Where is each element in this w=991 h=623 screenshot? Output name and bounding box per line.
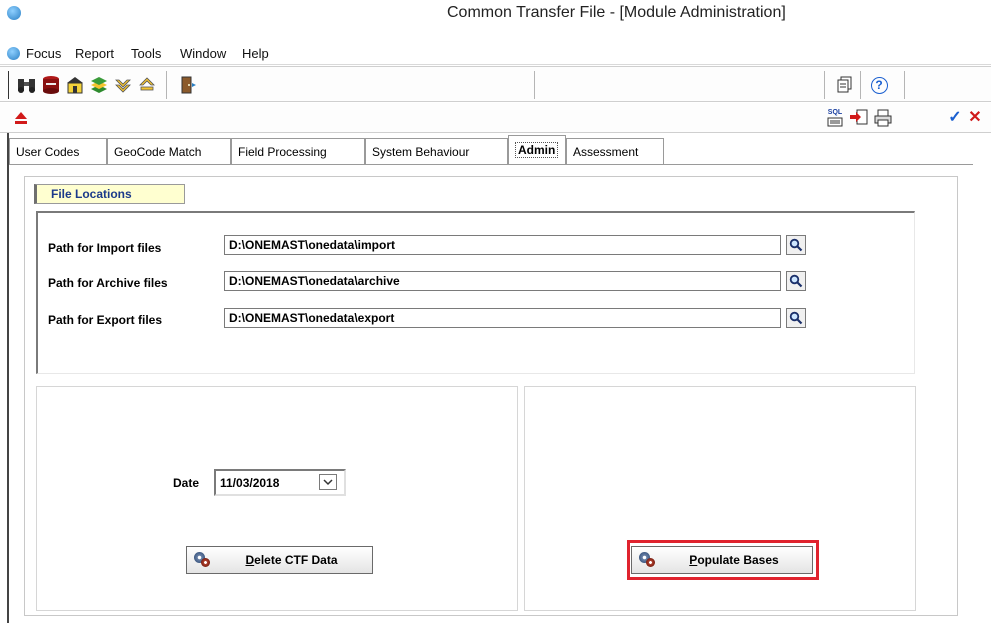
file-locations-header: File Locations <box>34 184 185 204</box>
app-logo-icon <box>7 6 21 20</box>
tab-user-codes[interactable]: User Codes <box>9 138 107 164</box>
confirm-check-icon[interactable]: ✓ <box>944 107 966 129</box>
tab-admin[interactable]: Admin <box>508 135 566 164</box>
delete-ctf-mnemonic: D <box>245 553 255 567</box>
chevron-down-icon[interactable] <box>319 474 337 490</box>
menu-help[interactable]: Help <box>242 46 269 61</box>
search-icon <box>789 238 803 252</box>
date-value: 11/03/2018 <box>220 476 280 490</box>
toolbar-grip <box>8 71 9 99</box>
tab-admin-label: Admin <box>515 142 559 158</box>
sql-label: SQL <box>827 109 843 116</box>
import-path-browse-button[interactable] <box>786 235 806 255</box>
secondary-toolbar: SQL ✓ ✕ <box>0 103 991 133</box>
tab-field-processing[interactable]: Field Processing <box>231 138 365 164</box>
window-title: Common Transfer File - [Module Administr… <box>447 4 786 21</box>
exit-door-icon[interactable] <box>178 74 200 96</box>
cancel-x-icon[interactable]: ✕ <box>964 107 986 129</box>
import-icon[interactable] <box>848 107 870 129</box>
menu-report[interactable]: Report <box>75 46 114 61</box>
menu-focus[interactable]: Focus <box>26 46 61 61</box>
export-path-label: Path for Export files <box>48 313 163 327</box>
app-menu-icon[interactable] <box>7 47 20 60</box>
delete-ctf-data-button[interactable]: Delete CTF Data <box>186 546 373 574</box>
highlight-box <box>627 540 819 580</box>
arrow-down-icon[interactable] <box>112 74 134 96</box>
title-bar: Common Transfer File - [Module Administr… <box>0 0 991 43</box>
date-label: Date <box>173 476 200 490</box>
delete-ctf-text: elete CTF Data <box>254 553 338 567</box>
help-question-glyph: ? <box>870 76 888 94</box>
tab-assessment[interactable]: Assessment <box>566 138 664 164</box>
search-icon <box>789 274 803 288</box>
delete-ctf-data-label: Delete CTF Data <box>211 553 372 567</box>
tab-system-behaviour[interactable]: System Behaviour <box>365 138 508 164</box>
toolbar-separator <box>166 71 167 99</box>
main-toolbar: ? <box>0 66 991 102</box>
menu-window[interactable]: Window <box>180 46 226 61</box>
gears-icon <box>193 551 211 569</box>
toolbar-separator <box>904 71 905 99</box>
sql-report-icon[interactable]: SQL <box>824 107 846 129</box>
search-icon <box>789 311 803 325</box>
arrow-up-icon[interactable] <box>136 74 158 96</box>
help-icon[interactable]: ? <box>868 74 890 96</box>
toolbar-separator <box>824 71 825 99</box>
menu-tools[interactable]: Tools <box>131 46 161 61</box>
archive-path-label: Path for Archive files <box>48 276 168 290</box>
menu-bar: Focus Report Tools Window Help <box>0 43 991 65</box>
layers-icon[interactable] <box>88 74 110 96</box>
export-path-input[interactable] <box>224 308 781 328</box>
binoculars-icon[interactable] <box>16 74 38 96</box>
print-icon[interactable] <box>872 107 894 129</box>
delete-data-panel <box>36 386 518 611</box>
import-path-label: Path for Import files <box>48 241 162 255</box>
building-icon[interactable] <box>64 74 86 96</box>
import-path-input[interactable] <box>224 235 781 255</box>
toolbar-separator <box>860 71 861 99</box>
copy-pages-icon[interactable] <box>834 74 856 96</box>
window-left-border <box>7 133 9 623</box>
archive-path-input[interactable] <box>224 271 781 291</box>
tab-geocode-match[interactable]: GeoCode Match <box>107 138 231 164</box>
archive-path-browse-button[interactable] <box>786 271 806 291</box>
toolbar-separator <box>534 71 535 99</box>
eject-icon[interactable] <box>10 107 32 129</box>
tab-baseline <box>9 164 973 165</box>
export-path-browse-button[interactable] <box>786 308 806 328</box>
database-icon[interactable] <box>40 74 62 96</box>
